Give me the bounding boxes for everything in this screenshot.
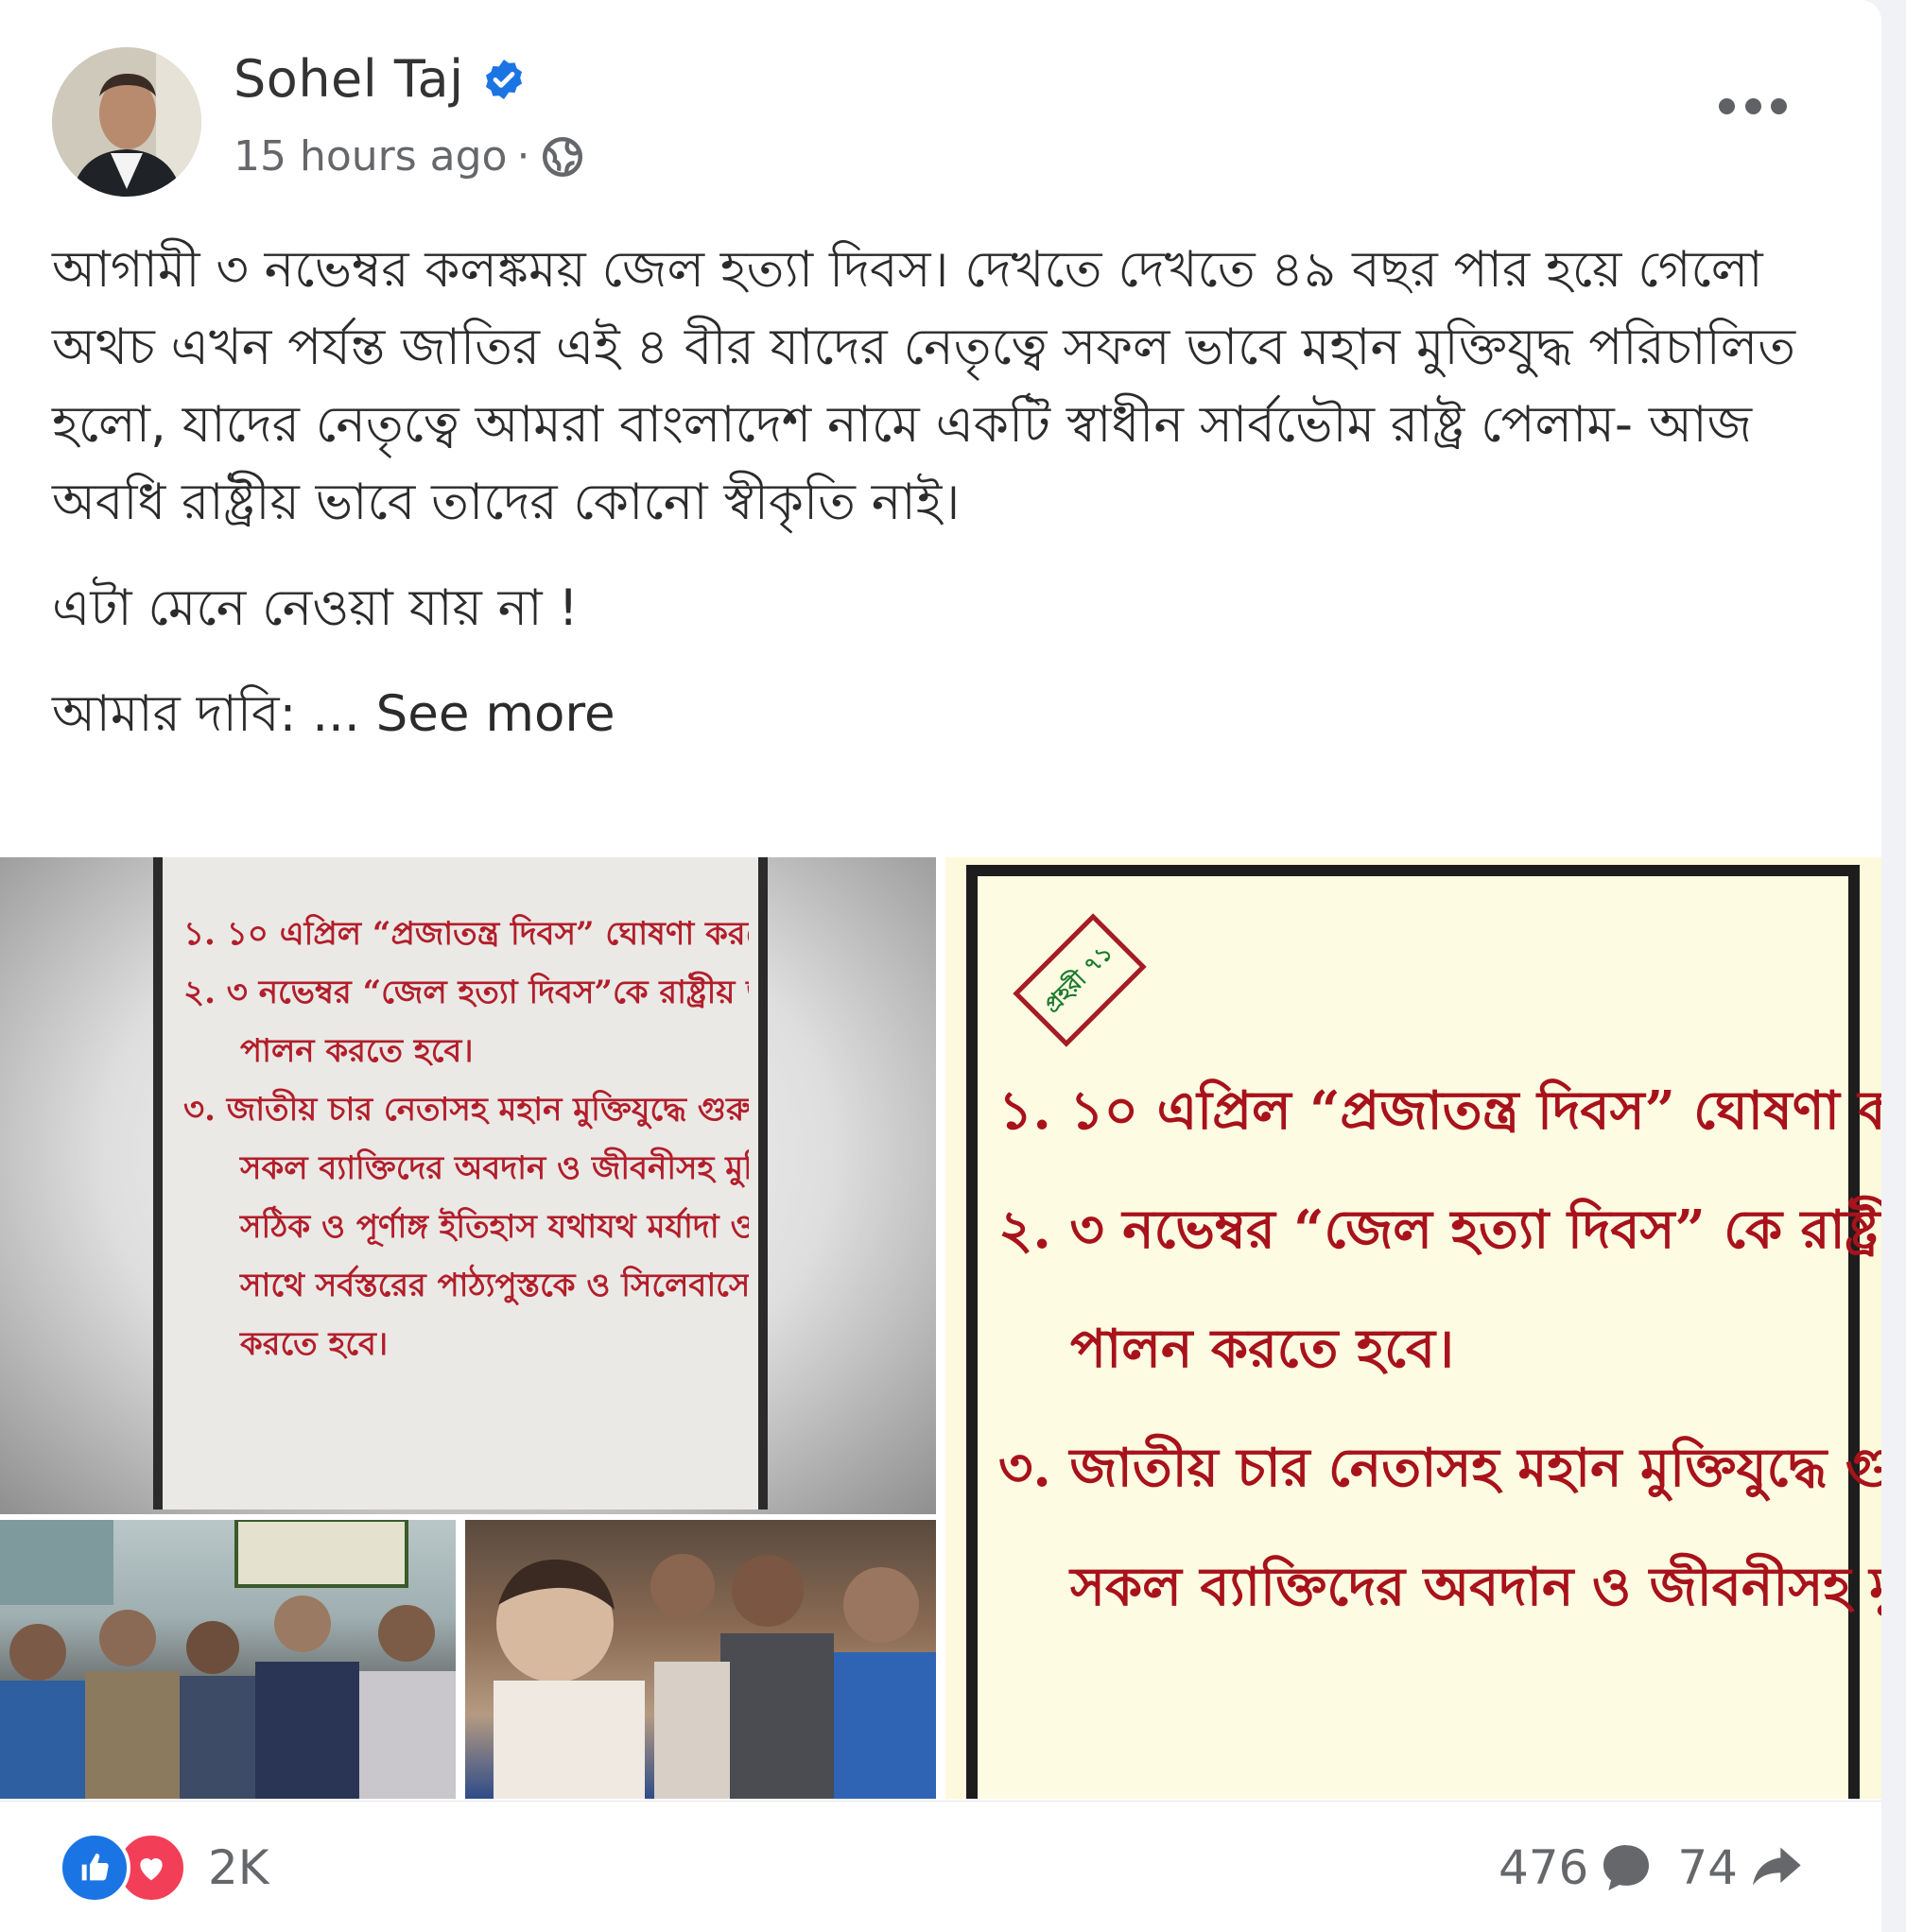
poster-line: ২. ৩ নভেম্বর “জেল হত্যা দিবস” কে রাষ্ট্র…: [998, 1199, 1881, 1261]
board-line: ২. ৩ নভেম্বর “জেল হত্যা দিবস”কে রাষ্ট্রী…: [183, 974, 749, 1011]
board-line: সকল ব্যাক্তিদের অবদান ও জীবনীসহ মুক্তিযু…: [240, 1149, 749, 1187]
post-time[interactable]: 15 hours ago: [234, 132, 507, 181]
more-dot: [1744, 97, 1761, 114]
board-line: ১. ১০ এপ্রিল “প্রজাতন্ত্র দিবস” ঘোষণা কর…: [183, 915, 749, 953]
share-icon: [1753, 1847, 1801, 1886]
demands-board: ১. ১০ এপ্রিল “প্রজাতন্ত্র দিবস” ঘোষণা কর…: [153, 857, 768, 1509]
more-dot: [1771, 97, 1787, 114]
shares-stat[interactable]: 74: [1677, 1837, 1806, 1898]
avatar[interactable]: [52, 47, 201, 197]
comments-stat[interactable]: 476: [1499, 1837, 1656, 1898]
globe-icon[interactable]: [539, 133, 586, 181]
reactions-count: 2K: [208, 1840, 269, 1895]
comments-count: 476: [1498, 1840, 1589, 1895]
poster-line: সকল ব্যাক্তিদের অবদান ও জীবনীসহ মুক্তিযু…: [1070, 1556, 1881, 1618]
post-paragraph: আগামী ৩ নভেম্বর কলঙ্কময় জেল হত্যা দিবস।…: [52, 241, 1796, 531]
post-card: Sohel Taj 15 hours ago · আগামী ৩ নভেম্বর…: [0, 0, 1881, 1932]
board-line: পালন করতে হবে।: [240, 1032, 474, 1070]
poster-stamp: প্রহরী ৭১: [1013, 913, 1147, 1047]
author-name[interactable]: Sohel Taj: [234, 49, 527, 109]
shares-count: 74: [1677, 1840, 1738, 1895]
post-last-line: আমার দাবি: ... See more: [52, 676, 1829, 753]
verified-badge-icon: [485, 59, 522, 99]
avatar-photo: [52, 47, 201, 197]
board-line: ৩. জাতীয় চার নেতাসহ মহান মুক্তিযুদ্ধে গ…: [183, 1091, 749, 1129]
post-image-crowd-1[interactable]: [0, 1520, 456, 1799]
comment-icon: [1603, 1845, 1650, 1890]
reactions-summary[interactable]: 2K: [59, 1832, 269, 1904]
post-image-poster[interactable]: প্রহরী ৭১ ১. ১০ এপ্রিল “প্রজাতন্ত্র দিবস…: [945, 857, 1881, 1799]
engagement-stats: 476 74: [1499, 1837, 1806, 1898]
poster-text: ১. ১০ এপ্রিল “প্রজাতন্ত্র দিবস” ঘোষণা কর…: [998, 1051, 1881, 1647]
board-line: সাথে সর্বস্তরের পাঠ্যপুস্তকে ও সিলেবাসে …: [240, 1267, 749, 1304]
author-name-text[interactable]: Sohel Taj: [234, 49, 464, 109]
post-image-crowd-2[interactable]: [465, 1520, 936, 1799]
poster-line: ৩. জাতীয় চার নেতাসহ মহান মুক্তিযুদ্ধে গ…: [998, 1437, 1881, 1499]
poster-frame: প্রহরী ৭১ ১. ১০ এপ্রিল “প্রজাতন্ত্র দিবস…: [966, 865, 1881, 1799]
poster-line: ১. ১০ এপ্রিল “প্রজাতন্ত্র দিবস” ঘোষণা কর…: [998, 1079, 1881, 1142]
post-paragraph-truncated: আমার দাবি: ...: [52, 685, 360, 743]
crowd-photo-1: [0, 1520, 456, 1799]
like-icon: [59, 1832, 130, 1904]
board-line: সঠিক ও পূর্ণাঙ্গ ইতিহাস যথাযথ মর্যাদা ও …: [240, 1208, 749, 1246]
post-image-board[interactable]: ১. ১০ এপ্রিল “প্রজাতন্ত্র দিবস” ঘোষণা কর…: [0, 857, 936, 1514]
meta-separator: ·: [516, 132, 530, 181]
more-options-icon[interactable]: [1719, 95, 1787, 117]
see-more-link[interactable]: See more: [376, 685, 615, 743]
crowd-photo-2: [494, 1554, 936, 1799]
poster-line: পালন করতে হবে।: [1070, 1318, 1455, 1380]
post-meta: 15 hours ago ·: [234, 132, 586, 181]
post-paragraph: এটা মেনে নেওয়া যায় না !: [52, 579, 579, 637]
post-footer: 2K 476 74: [0, 1801, 1881, 1932]
more-dot: [1719, 97, 1735, 114]
post-text: আগামী ৩ নভেম্বর কলঙ্কময় জেল হত্যা দিবস।…: [52, 232, 1829, 782]
board-line: করতে হবে।: [240, 1325, 389, 1363]
